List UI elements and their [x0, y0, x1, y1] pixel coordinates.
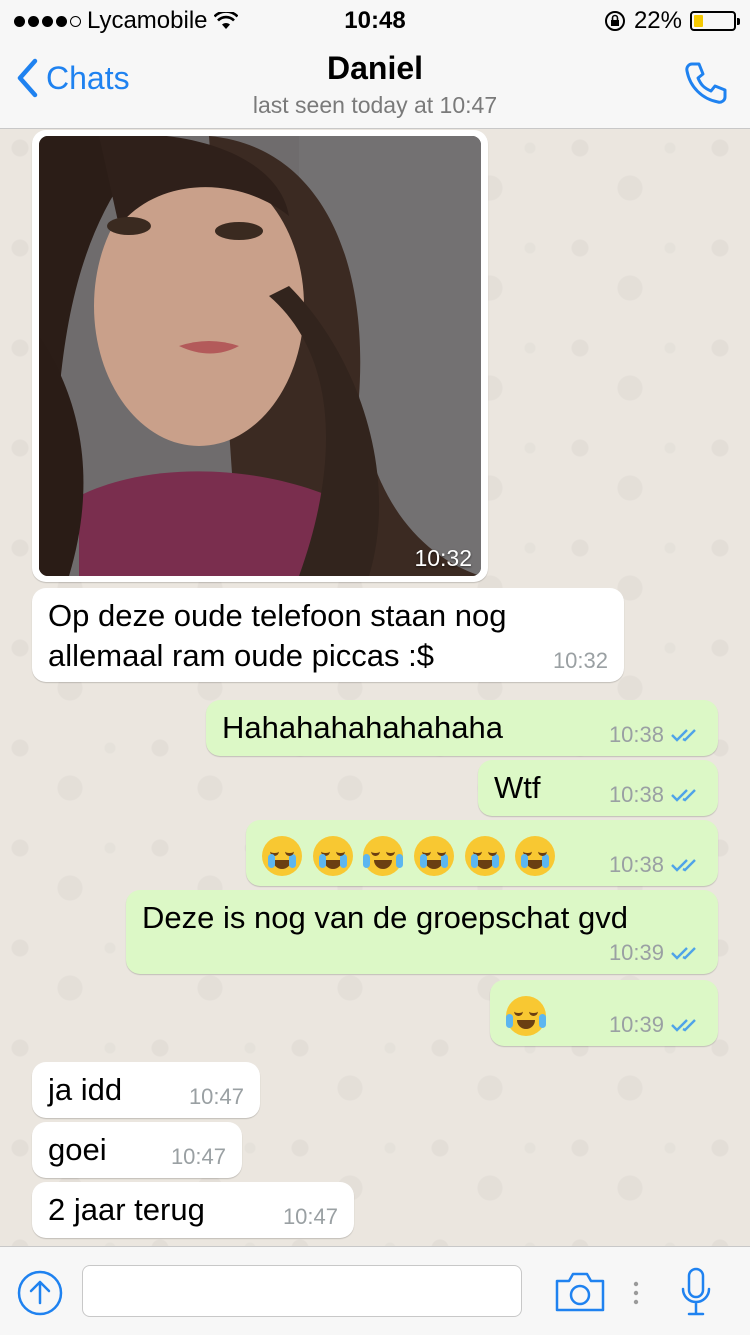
mic-button[interactable] [680, 1267, 712, 1322]
selfie-photo[interactable] [39, 136, 481, 576]
outgoing-message[interactable]: 10:39 [490, 980, 718, 1046]
message-text-line: allemaal ram oude piccas :$ [48, 638, 434, 673]
battery-area: 22% [604, 7, 740, 35]
loudly-crying-face-icon [515, 835, 556, 876]
camera-button[interactable] [554, 1271, 606, 1318]
more-dots-icon [632, 1281, 640, 1310]
message-text: ja idd [48, 1072, 123, 1107]
message-text: Deze is nog van de groepschat gvd [142, 900, 628, 935]
tears-of-joy-face-icon [363, 835, 404, 876]
outgoing-message[interactable]: Wtf 10:38 [478, 760, 718, 816]
message-text: Hahahahahahahaha [222, 710, 503, 745]
loudly-crying-face-icon [464, 835, 505, 876]
loudly-crying-face-icon [413, 835, 454, 876]
message-time: 10:38 [608, 722, 664, 747]
camera-icon [555, 1272, 605, 1312]
message-time: 10:47 [170, 1144, 226, 1169]
tears-of-joy-face-icon [506, 995, 546, 1036]
chat-header: Chats Daniel last seen today at 10:47 [0, 40, 750, 129]
microphone-icon [681, 1267, 711, 1316]
last-seen-status: last seen today at 10:47 [252, 92, 498, 118]
read-ticks-icon [671, 729, 696, 742]
call-button[interactable] [680, 58, 730, 113]
message-meta: 10:39 [609, 940, 702, 966]
phone-icon [685, 62, 727, 104]
emoji-row [262, 834, 557, 876]
contact-name[interactable]: Daniel [0, 50, 750, 87]
emoji-row [506, 994, 548, 1036]
incoming-message[interactable]: ja idd 10:47 [32, 1062, 260, 1118]
battery-percent: 22% [633, 7, 682, 34]
read-ticks-icon [671, 1019, 696, 1032]
message-time: 10:47 [282, 1204, 338, 1229]
incoming-message[interactable]: Op deze oude telefoon staan nog allemaal… [32, 588, 624, 682]
outgoing-message[interactable]: Hahahahahahahaha 10:38 [206, 700, 718, 756]
message-input[interactable] [82, 1265, 522, 1317]
rotation-lock-icon [604, 11, 625, 31]
message-meta: 10:38 [609, 852, 702, 878]
message-meta: 10:39 [609, 1012, 702, 1038]
incoming-message[interactable]: 2 jaar terug 10:47 [32, 1182, 354, 1238]
message-text: Wtf [494, 770, 541, 805]
message-time: 10:38 [608, 782, 664, 807]
message-time: 10:38 [608, 852, 664, 877]
message-text: goei [48, 1132, 107, 1167]
message-text-line: Op deze oude telefoon staan nog [48, 598, 507, 633]
message-meta: 10:38 [609, 782, 702, 808]
upload-arrow-icon [17, 1270, 63, 1316]
message-meta: 10:38 [609, 722, 702, 748]
battery-icon [690, 11, 740, 31]
message-time: 10:39 [608, 940, 664, 965]
message-text: 2 jaar terug [48, 1192, 205, 1227]
photo-content [39, 136, 481, 576]
message-input-bar [0, 1246, 750, 1335]
read-ticks-icon [671, 859, 696, 872]
message-time: 10:32 [414, 545, 472, 571]
photo-message[interactable]: 10:32 [32, 130, 488, 582]
read-ticks-icon [671, 789, 696, 802]
message-time: 10:32 [552, 648, 608, 673]
message-time: 10:47 [188, 1084, 244, 1109]
outgoing-message[interactable]: 10:38 [246, 820, 718, 886]
status-bar: Lycamobile 10:48 22% [0, 0, 750, 40]
outgoing-message[interactable]: Deze is nog van de groepschat gvd 10:39 [126, 890, 718, 974]
message-time: 10:39 [608, 1012, 664, 1037]
loudly-crying-face-icon [262, 835, 302, 876]
loudly-crying-face-icon [312, 835, 353, 876]
attach-button[interactable] [16, 1269, 64, 1322]
incoming-message[interactable]: goei 10:47 [32, 1122, 242, 1178]
read-ticks-icon [671, 947, 696, 960]
